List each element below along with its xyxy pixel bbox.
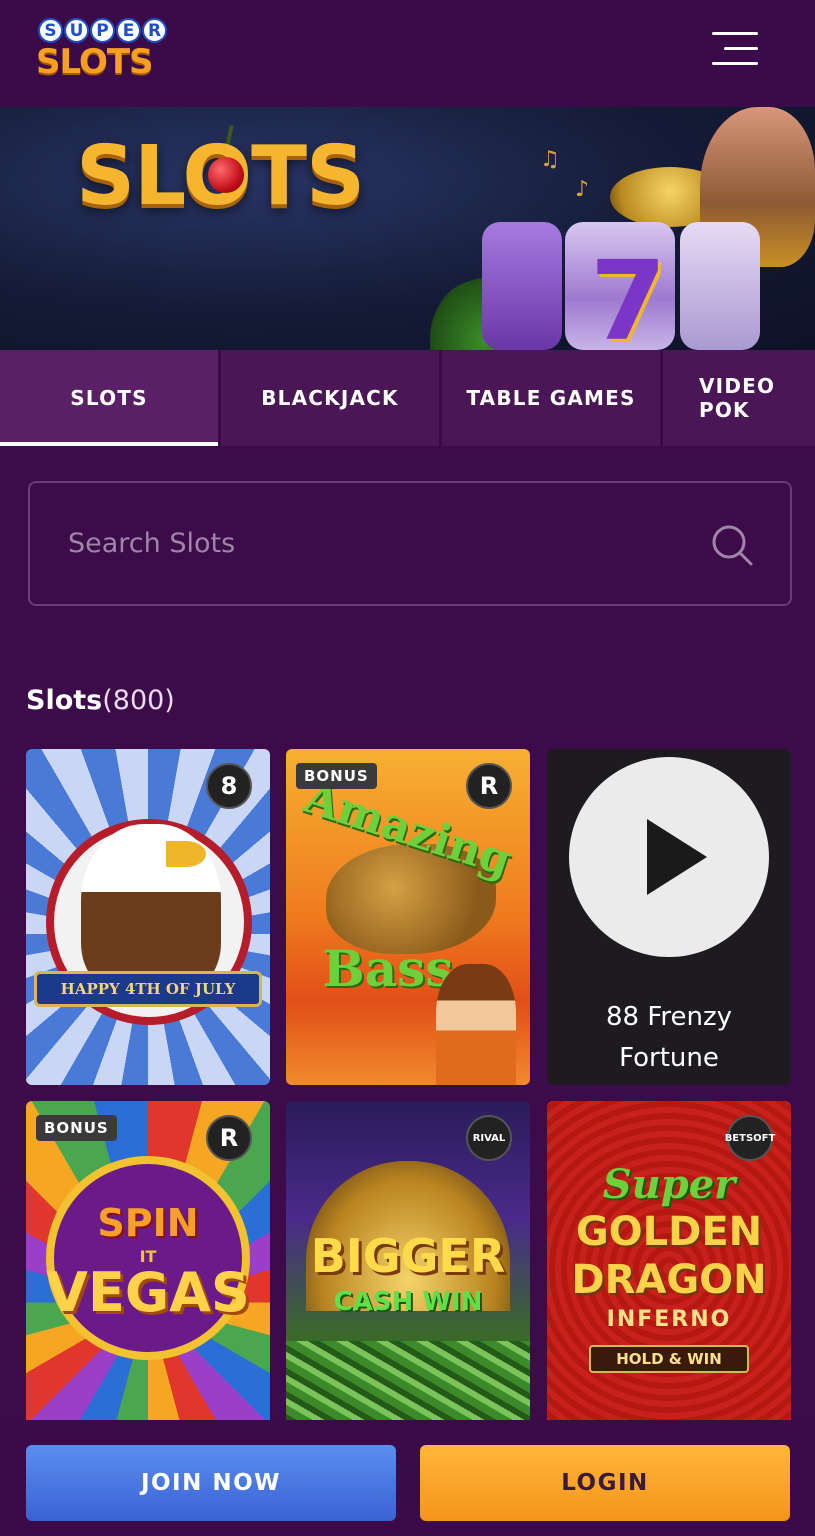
game-name-line1: 88 Frenzy [605, 1002, 733, 1032]
top-header: SUPER SLOTS [0, 0, 815, 107]
music-note-icon: ♪ [575, 177, 590, 202]
game-art-text: INFERNO [606, 1307, 732, 1332]
section-count: (800) [102, 685, 175, 716]
lucky-seven-symbol: 7 [590, 237, 667, 350]
bottom-action-bar: JOIN NOW LOGIN [0, 1420, 815, 1536]
game-tile-amazing-bass[interactable]: Amazing Bass BONUS R [286, 749, 530, 1085]
game-art-text: BIGGER [310, 1229, 506, 1283]
bonus-badge: BONUS [296, 763, 377, 789]
join-now-button[interactable]: JOIN NOW [26, 1445, 396, 1521]
search-box [28, 481, 792, 606]
cherry-icon [208, 157, 244, 193]
section-title: Slots [26, 685, 103, 716]
game-art-text: SPIN [97, 1201, 199, 1245]
game-tile-88-frenzy-fortune[interactable]: 88 Frenzy Fortune [547, 749, 791, 1085]
game-art-text: GOLDEN [575, 1209, 763, 1255]
hamburger-menu-icon[interactable] [708, 30, 760, 68]
game-tile-bigger-cash-win[interactable]: BIGGER CASH WIN RIVAL [286, 1101, 530, 1437]
game-tile-happy-4th-of-july[interactable]: HAPPY 4TH OF JULY 8 [26, 749, 270, 1085]
game-name: 88 Frenzy Fortune [547, 997, 791, 1079]
game-name-line2: Fortune [619, 1043, 719, 1073]
tab-video-poker[interactable]: VIDEO POK [663, 350, 815, 446]
game-art-text: Super [602, 1161, 736, 1208]
super-slots-logo[interactable]: SUPER SLOTS [36, 18, 168, 84]
tab-slots[interactable]: SLOTS [0, 350, 218, 446]
hero-slot-machine-art: 7 ♫ ♪ [430, 107, 815, 350]
provider-logo-icon: R [466, 763, 512, 809]
provider-logo-icon: R [206, 1115, 252, 1161]
hold-and-win-label: HOLD & WIN [589, 1345, 749, 1373]
game-art-text: VEGAS [46, 1261, 250, 1324]
section-heading: Slots(800) [26, 685, 175, 716]
character-art [436, 964, 516, 1085]
login-button[interactable]: LOGIN [420, 1445, 790, 1521]
provider-logo-icon: BETSOFT [725, 1115, 775, 1161]
category-tabs: SLOTS BLACKJACK TABLE GAMES VIDEO POK [0, 350, 815, 446]
game-art-text: HAPPY 4TH OF JULY [34, 971, 262, 1007]
music-note-icon: ♫ [540, 147, 560, 172]
hero-banner: SLOTS 7 ♫ ♪ [0, 107, 815, 350]
bonus-badge: BONUS [36, 1115, 117, 1141]
eagle-beak [166, 841, 206, 867]
game-tile-spin-it-vegas[interactable]: SPIN IT VEGAS BONUS R [26, 1101, 270, 1437]
logo-super-text: SUPER [38, 18, 167, 43]
tab-table-games[interactable]: TABLE GAMES [442, 350, 660, 446]
slot-reel [482, 222, 562, 350]
game-tile-super-golden-dragon-inferno[interactable]: Super GOLDEN DRAGON INFERNO HOLD & WIN B… [547, 1101, 791, 1437]
tab-blackjack[interactable]: BLACKJACK [221, 350, 439, 446]
logo-slots-text: SLOTS [36, 42, 154, 82]
game-art-text: CASH WIN [333, 1287, 483, 1317]
provider-logo-icon: RIVAL [466, 1115, 512, 1161]
slot-reel [680, 222, 760, 350]
game-art-text: DRAGON [571, 1257, 767, 1303]
provider-logo-icon: 8 [206, 763, 252, 809]
search-icon[interactable] [710, 523, 754, 567]
search-input[interactable] [68, 483, 708, 604]
play-icon[interactable] [569, 757, 769, 957]
